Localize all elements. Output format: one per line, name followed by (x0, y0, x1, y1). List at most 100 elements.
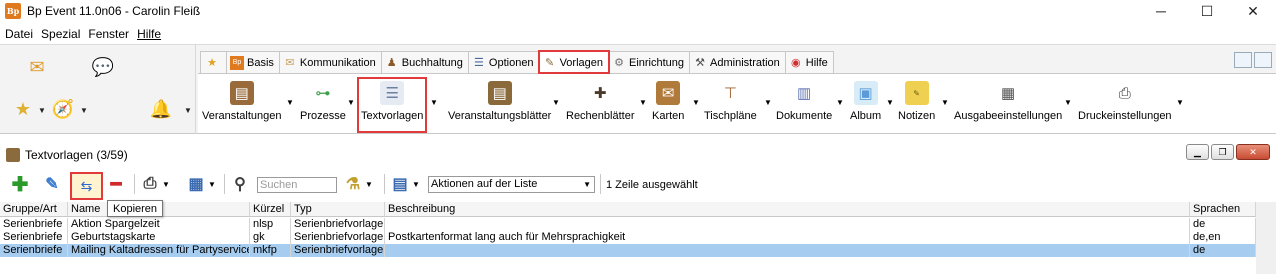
chevron-down-icon[interactable]: ▼ (692, 98, 700, 107)
add-button[interactable]: ✚ (10, 173, 30, 196)
table-row[interactable]: Serienbriefe Geburtstagskarte gk Serienb… (0, 231, 1256, 244)
split-view-icon[interactable] (1254, 52, 1272, 68)
chevron-down-icon[interactable]: ▼ (1064, 98, 1072, 107)
column-header-kuerzel[interactable]: Kürzel (250, 202, 291, 216)
ribbon-button-ausgabeeinstellungen[interactable]: ▦ Ausgabeeinstellungen (954, 81, 1062, 129)
chevron-down-icon[interactable]: ▼ (80, 106, 88, 115)
ribbon-button-dokumente[interactable]: ▥ Dokumente (776, 81, 832, 129)
ribbon-button-rechenblaetter[interactable]: ✚ Rechenblätter (566, 81, 635, 129)
menu-datei[interactable]: Datei (5, 27, 33, 41)
copy-button[interactable]: ⇆ (70, 172, 103, 200)
ribbon-button-karten[interactable]: ✉ Karten (652, 81, 684, 129)
single-view-icon[interactable] (1234, 52, 1252, 68)
documents-icon: ▥ (797, 85, 812, 102)
table-row-selected[interactable]: Serienbriefe Mailing Kaltadressen für Pa… (0, 244, 1256, 257)
tab-buchhaltung[interactable]: ♟ Buchhaltung (380, 51, 469, 73)
minus-icon: ━ (110, 173, 122, 194)
chevron-down-icon[interactable]: ▼ (184, 106, 192, 115)
column-header-sprachen[interactable]: Sprachen (1190, 202, 1256, 216)
close-button[interactable]: ✕ (1230, 0, 1276, 22)
chevron-down-icon[interactable]: ▼ (941, 98, 949, 107)
list-actions-select[interactable]: Aktionen auf der Liste ▼ (428, 176, 595, 193)
cell-sprachen: de (1190, 244, 1256, 257)
tab-optionen[interactable]: ☰ Optionen (467, 51, 540, 73)
ribbon-button-druckeinstellungen[interactable]: ⎙ Druckeinstellungen (1078, 81, 1172, 129)
bell-icon[interactable]: 🔔 (148, 98, 174, 120)
chevron-down-icon[interactable]: ▼ (836, 98, 844, 107)
chevron-down-icon[interactable]: ▼ (286, 98, 294, 107)
tab-administration[interactable]: ⚒ Administration (689, 51, 786, 73)
tab-einrichtung[interactable]: ⚙ Einrichtung (608, 51, 691, 73)
menu-hilfe[interactable]: Hilfe (137, 27, 161, 41)
calc-sheet-icon: ✚ (593, 85, 607, 102)
ribbon-button-textvorlagen[interactable]: ☰ Textvorlagen (356, 77, 428, 133)
minimize-button[interactable]: ─ (1138, 0, 1184, 22)
filter-button[interactable]: ⚗ ▼ (343, 173, 373, 195)
chevron-down-icon[interactable]: ▼ (639, 98, 647, 107)
tab-kommunikation[interactable]: ✉ Kommunikation (278, 51, 382, 73)
columns-button[interactable]: ▦ ▼ (186, 173, 216, 195)
app-logo-icon: Bp (5, 3, 21, 19)
table-row[interactable]: Serienbriefe Aktion Spargelzeit nlsp Ser… (0, 218, 1256, 231)
tab-basis[interactable]: Bp Basis (226, 51, 280, 73)
chevron-down-icon[interactable]: ▼ (38, 106, 46, 115)
window-titlebar: Bp Bp Event 11.0n06 - Carolin Fleiß ─ ☐ … (0, 0, 1276, 22)
chevron-down-icon[interactable]: ▼ (1176, 98, 1184, 107)
envelope-icon: ✉ (285, 57, 295, 69)
search-button[interactable]: ⚲ (230, 173, 250, 195)
chevron-down-icon: ▼ (208, 179, 216, 189)
ribbon-button-tischplaene[interactable]: ⊤ Tischpläne (704, 81, 757, 129)
ribbon-button-veranstaltungsblaetter[interactable]: ▤ Veranstaltungsblätter (448, 81, 551, 129)
print-button[interactable]: ⎙ ▼ (140, 173, 170, 195)
search-input[interactable]: Suchen (257, 177, 337, 193)
ribbon-button-veranstaltungen[interactable]: ▤ Veranstaltungen (202, 81, 282, 129)
cell-kuerzel: nlsp (250, 218, 291, 231)
list-actions-icon: ▤ (392, 176, 408, 193)
chevron-down-icon[interactable]: ▼ (764, 98, 772, 107)
tab-hilfe[interactable]: ◉ Hilfe (784, 51, 834, 73)
menu-spezial[interactable]: Spezial (41, 27, 80, 41)
ribbon-button-album[interactable]: ▣ Album (850, 81, 881, 129)
subwindow-minimize-button[interactable]: ▁ (1186, 144, 1209, 160)
vertical-scrollbar[interactable] (1256, 202, 1276, 274)
chat-bubble-icon[interactable]: 💬 (90, 56, 116, 78)
accountant-icon: ♟ (386, 57, 397, 69)
compass-icon[interactable]: 🧭 (50, 98, 76, 120)
subwindow-restore-button[interactable]: ❐ (1211, 144, 1234, 160)
copy-icon: ⇆ (80, 177, 93, 194)
chevron-down-icon: ▼ (365, 179, 373, 189)
delete-button[interactable]: ━ (106, 173, 126, 195)
column-header-typ[interactable]: Typ (291, 202, 385, 216)
subwindow-close-button[interactable]: ✕ (1236, 144, 1270, 160)
options-icon: ☰ (473, 57, 484, 69)
column-header-gruppe[interactable]: Gruppe/Art (0, 202, 68, 216)
chevron-down-icon[interactable]: ▼ (347, 98, 355, 107)
chevron-down-icon[interactable]: ▼ (886, 98, 894, 107)
tab-vorlagen[interactable]: ✎ Vorlagen (537, 50, 611, 74)
chevron-down-icon[interactable]: ▼ (430, 98, 438, 107)
column-header-beschreibung[interactable]: Beschreibung (385, 202, 1190, 216)
menu-fenster[interactable]: Fenster (88, 27, 129, 41)
printer-icon: ⎙ (1118, 84, 1131, 102)
list-actions-button[interactable]: ▤ ▼ (390, 173, 419, 195)
subwindow-title: Textvorlagen (3/59) (25, 148, 128, 162)
favorites-icon[interactable]: ★ (10, 98, 36, 120)
tab-favorites[interactable]: ★ (200, 51, 227, 73)
cell-gruppe: Serienbriefe (0, 231, 68, 244)
process-icon: ⊶ (315, 85, 331, 102)
pencil-icon: ✎ (45, 176, 59, 193)
subwindow-controls: ▁ ❐ ✕ (1186, 144, 1270, 160)
maximize-button[interactable]: ☐ (1184, 0, 1230, 22)
cell-beschreibung (385, 218, 1190, 231)
chevron-down-icon[interactable]: ▼ (552, 98, 560, 107)
star-icon: ★ (207, 57, 217, 69)
cell-gruppe: Serienbriefe (0, 218, 68, 231)
copy-tooltip: Kopieren (107, 200, 164, 217)
cell-kuerzel: mkfp (250, 244, 291, 257)
edit-button[interactable]: ✎ (42, 173, 62, 195)
toolbar-separator (134, 174, 135, 194)
ribbon-button-prozesse[interactable]: ⊶ Prozesse (300, 81, 346, 129)
grid-icon: ▦ (188, 176, 204, 193)
mail-download-icon[interactable]: ✉ (24, 56, 50, 78)
ribbon-button-notizen[interactable]: ✎ Notizen (898, 81, 935, 129)
